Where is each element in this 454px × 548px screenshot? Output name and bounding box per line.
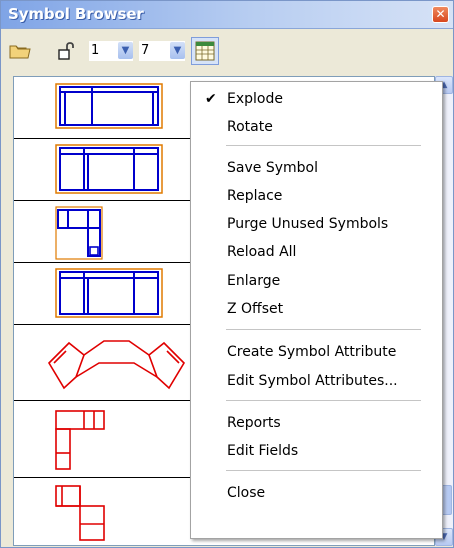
menu-item-purge-unused-symbols[interactable]: Purge Unused Symbols — [227, 216, 388, 232]
sofa-symbol-thumbnail — [55, 268, 163, 318]
close-icon: ✕ — [435, 7, 446, 21]
menu-separator — [226, 470, 421, 471]
calendar-grid-icon — [195, 41, 215, 61]
menu-item-reports[interactable]: Reports — [227, 415, 281, 431]
menu-item-enlarge[interactable]: Enlarge — [227, 273, 280, 289]
sectional-symbol-thumbnail — [47, 340, 186, 390]
menu-item-create-symbol-attribute[interactable]: Create Symbol Attribute — [227, 344, 396, 360]
title-bar: Symbol Browser ✕ — [1, 1, 453, 29]
menu-item-edit-symbol-attributes[interactable]: Edit Symbol Attributes... — [227, 373, 398, 389]
menu-item-replace[interactable]: Replace — [227, 188, 282, 204]
chevron-down-icon[interactable]: ▼ — [170, 42, 185, 59]
close-button[interactable]: ✕ — [432, 6, 449, 23]
menu-item-reload-all[interactable]: Reload All — [227, 244, 296, 260]
view-options-button[interactable] — [191, 37, 219, 65]
unlock-icon[interactable] — [57, 41, 77, 61]
window-title: Symbol Browser — [8, 5, 144, 23]
menu-item-z-offset[interactable]: Z Offset — [227, 301, 283, 317]
menu-separator — [226, 400, 421, 401]
symbol-count-value: 7 — [141, 43, 150, 58]
sofa-symbol-thumbnail — [55, 83, 163, 129]
sofa-symbol-thumbnail — [55, 144, 163, 194]
menu-item-save-symbol[interactable]: Save Symbol — [227, 160, 318, 176]
symbol-count-dropdown[interactable]: 7 ▼ — [139, 41, 185, 61]
context-menu: ✔ Explode Rotate Save Symbol Replace Pur… — [190, 81, 443, 539]
sectional-symbol-thumbnail — [55, 485, 105, 541]
menu-item-close[interactable]: Close — [227, 485, 265, 501]
sectional-symbol-thumbnail — [55, 410, 105, 470]
menu-item-rotate[interactable]: Rotate — [227, 119, 273, 135]
menu-separator — [226, 329, 421, 330]
menu-item-edit-fields[interactable]: Edit Fields — [227, 443, 298, 459]
chair-symbol-thumbnail — [55, 206, 103, 260]
chevron-down-icon[interactable]: ▼ — [118, 42, 133, 59]
checkmark-icon: ✔ — [205, 91, 217, 107]
symbol-browser-window: Symbol Browser ✕ 1 ▼ 7 ▼ ▲ ▼ ✔ Explode R… — [0, 0, 454, 548]
layer-number-dropdown[interactable]: 1 ▼ — [89, 41, 133, 61]
folder-icon[interactable] — [9, 42, 31, 60]
toolbar: 1 ▼ 7 ▼ — [1, 29, 453, 65]
menu-item-explode[interactable]: Explode — [227, 91, 283, 107]
layer-number-value: 1 — [91, 43, 100, 58]
menu-separator — [226, 145, 421, 146]
